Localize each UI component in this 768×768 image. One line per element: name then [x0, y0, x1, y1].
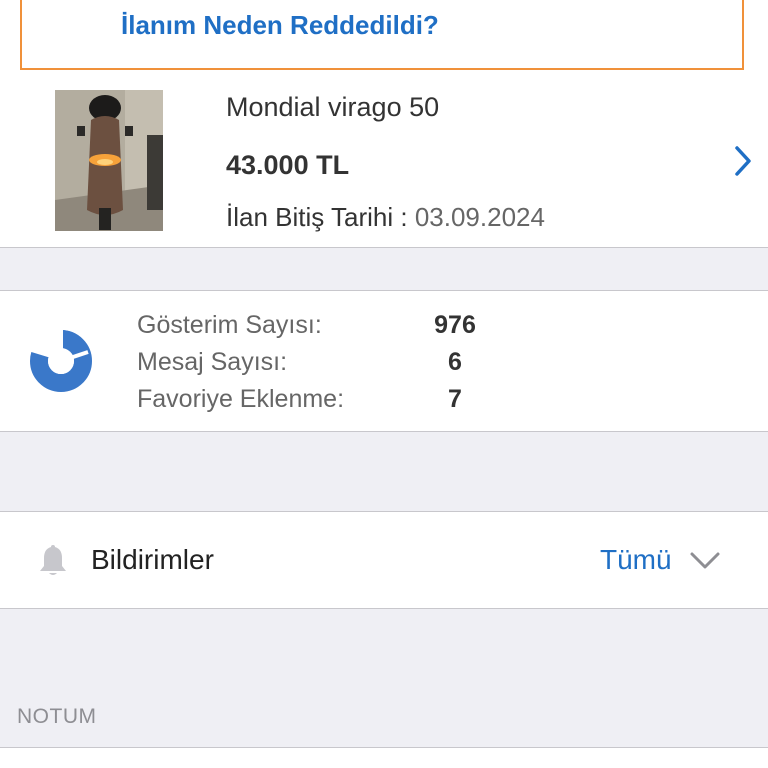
stat-label-views: Gösterim Sayısı: — [137, 311, 322, 339]
notifications-filter[interactable]: Tümü — [600, 544, 672, 576]
expiry-label: İlan Bitiş Tarihi : — [226, 202, 408, 232]
stat-value-messages: 6 — [448, 348, 462, 376]
stat-value-favorites: 7 — [448, 385, 462, 413]
section-divider — [0, 608, 768, 609]
notifications-title: Bildirimler — [91, 544, 214, 575]
stat-label-messages: Mesaj Sayısı: — [137, 348, 288, 376]
listing-stats-panel — [0, 291, 768, 432]
listing-price: 43.000 TL — [226, 150, 350, 180]
rejection-reason-link[interactable]: İlanım Neden Reddedildi? — [121, 10, 439, 41]
listing-thumbnail[interactable] — [55, 90, 163, 231]
stat-value-views: 976 — [434, 311, 476, 339]
pie-chart-icon — [30, 330, 92, 392]
scooter-photo — [55, 90, 163, 231]
stat-label-favorites: Favoriye Eklenme: — [137, 385, 345, 413]
listing-title[interactable]: Mondial virago 50 — [226, 92, 439, 123]
expiry-date: 03.09.2024 — [414, 202, 545, 232]
section-divider — [0, 247, 768, 248]
chevron-right-icon[interactable] — [728, 143, 758, 179]
chevron-down-icon[interactable] — [688, 548, 722, 572]
notes-input-area[interactable] — [0, 748, 768, 768]
bell-icon — [38, 543, 68, 577]
listing-expiry: İlan Bitiş Tarihi : 03.09.2024 — [226, 202, 545, 233]
section-divider — [0, 431, 768, 432]
notes-section-header: NOTUM — [17, 705, 97, 728]
